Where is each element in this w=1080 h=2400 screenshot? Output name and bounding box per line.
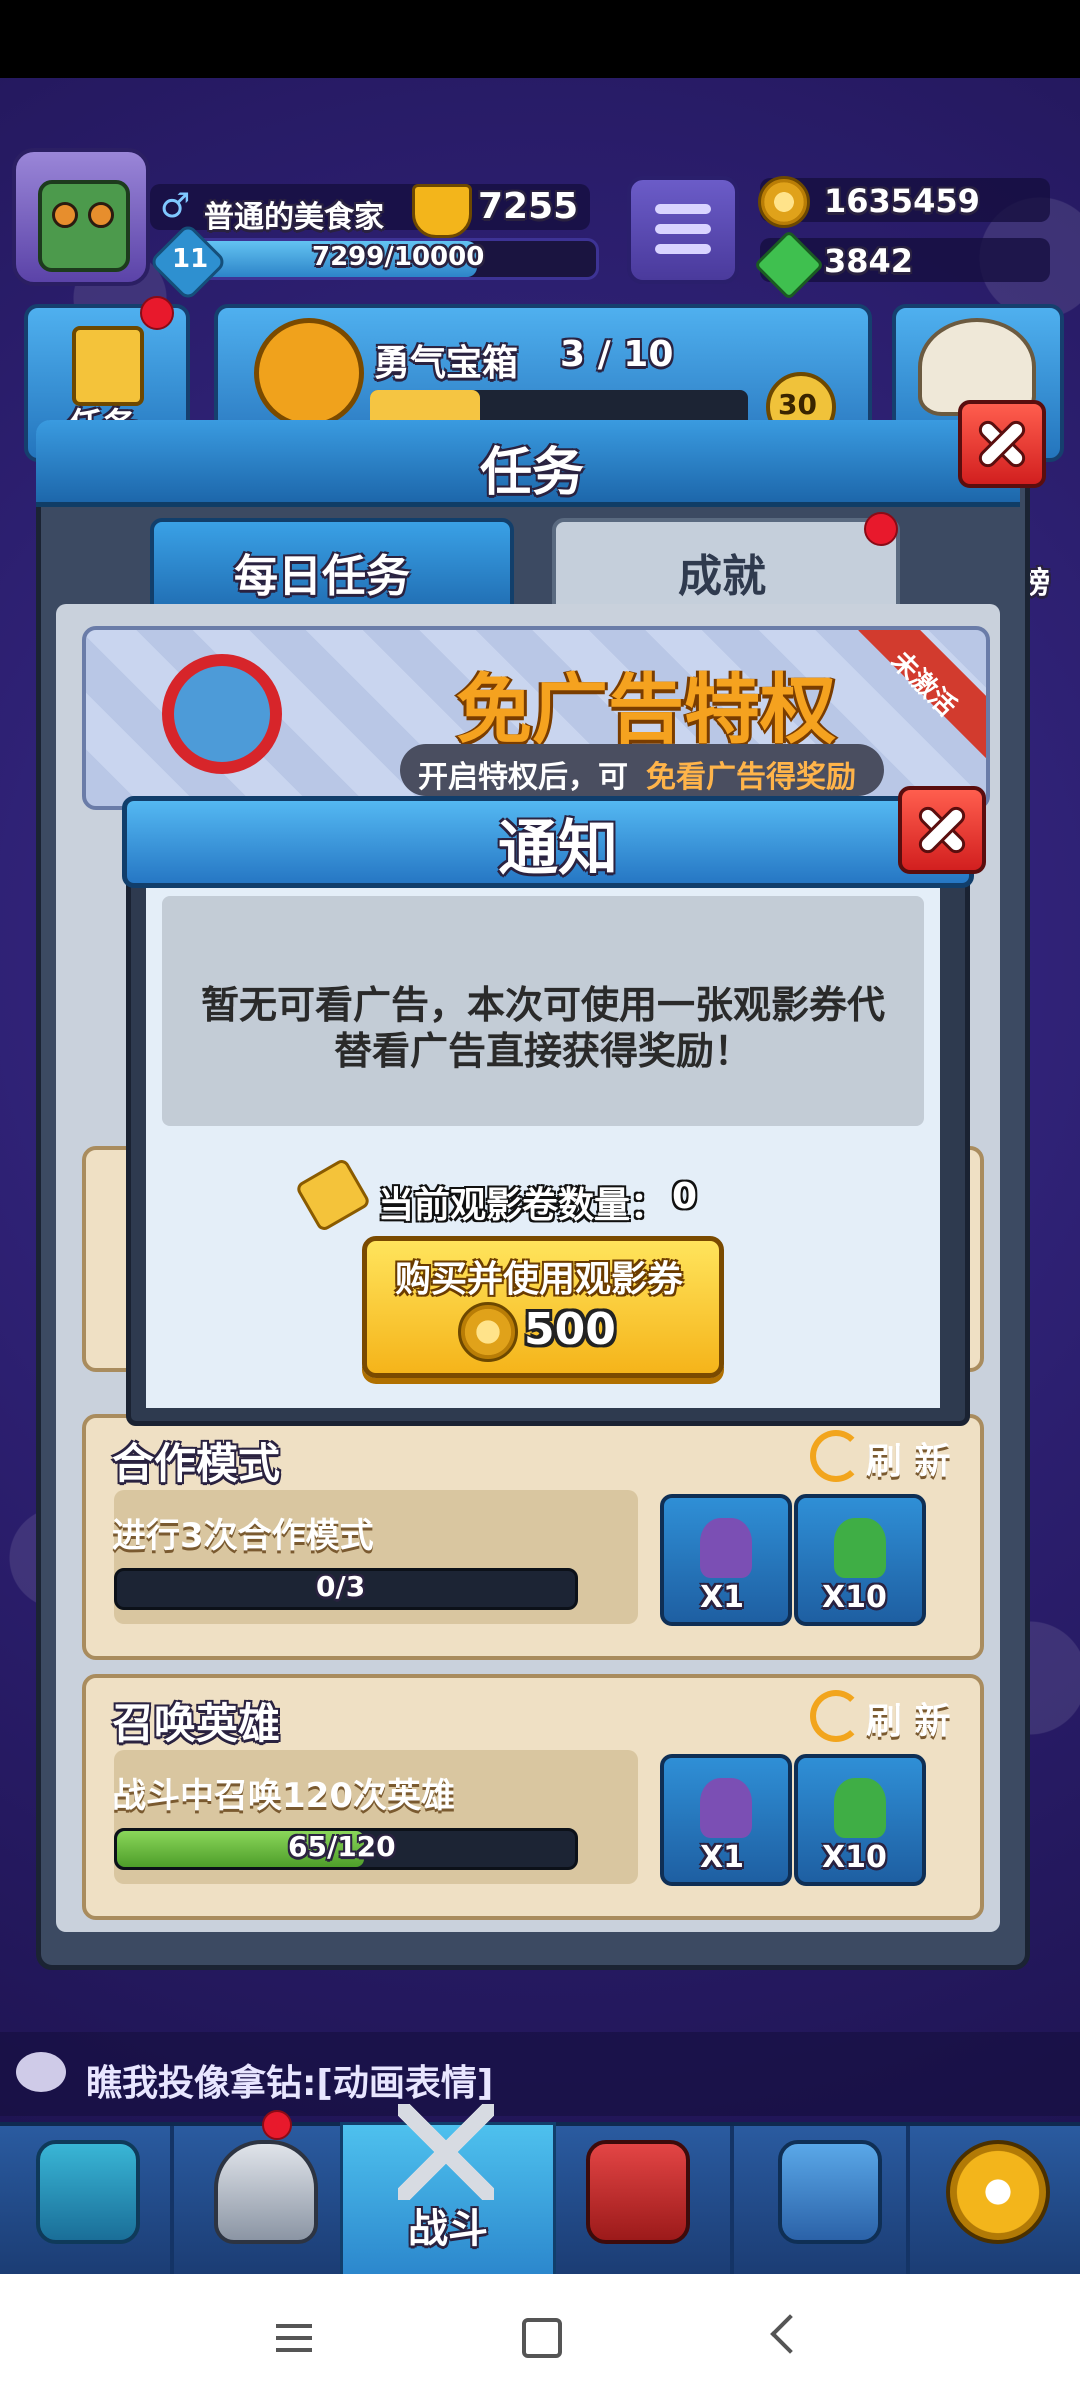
chest-progress: 3 / 10	[560, 334, 674, 375]
xp-text: 7299/10000	[312, 242, 485, 272]
ticket-count-value: 0	[672, 1176, 698, 1217]
bag-icon	[834, 1518, 886, 1578]
nav-guild-banner-icon[interactable]	[778, 2140, 882, 2244]
reward-count: X10	[822, 1840, 887, 1875]
task-description: 战斗中召唤120次英雄	[112, 1776, 455, 1816]
nav-compass-icon[interactable]	[946, 2140, 1050, 2244]
notification-dot	[864, 512, 898, 546]
nav-battle-label: 战斗	[408, 2206, 488, 2252]
chat-message[interactable]: 瞧我投像拿钻:[动画表情]	[86, 2054, 493, 2106]
refresh-label[interactable]: 刷 新	[866, 1692, 951, 1744]
player-avatar[interactable]	[12, 148, 150, 286]
task-panel-close-button[interactable]	[958, 400, 1046, 488]
menu-icon-line	[655, 244, 711, 254]
task-progress-text: 65/120	[288, 1830, 396, 1863]
refresh-label[interactable]: 刷 新	[866, 1432, 951, 1484]
bag-icon	[700, 1518, 752, 1578]
no-ads-icon	[162, 654, 282, 774]
banner-subtitle-highlight: 免看广告得奖励	[646, 760, 856, 795]
chest-level: 30	[778, 388, 817, 421]
coin-icon	[758, 176, 810, 228]
coin-icon	[458, 1302, 518, 1362]
home-button[interactable]	[522, 2318, 562, 2358]
bag-icon	[834, 1778, 886, 1838]
buy-button-label: 购买并使用观影券	[394, 1259, 683, 1300]
nav-divider	[730, 2126, 734, 2274]
reward-count: X1	[700, 1840, 745, 1875]
main-menu-button[interactable]	[627, 176, 739, 284]
chest-title: 勇气宝箱	[374, 343, 519, 384]
bag-icon	[700, 1778, 752, 1838]
menu-icon	[276, 2324, 312, 2328]
notice-dialog-title: 通知	[498, 814, 618, 884]
chat-bubble-icon	[16, 2052, 66, 2092]
nav-divider	[906, 2126, 910, 2274]
menu-icon-line	[655, 224, 711, 234]
crossed-swords-icon	[398, 2104, 494, 2200]
task-progress-text: 0/3	[316, 1570, 366, 1603]
ticket-count-label: 当前观影卷数量：	[378, 1185, 667, 1226]
menu-icon	[655, 204, 711, 214]
checklist-icon	[72, 326, 144, 406]
notification-dot	[140, 296, 174, 330]
notification-dot	[262, 2110, 292, 2140]
gender-icon: ♂	[160, 186, 191, 226]
refresh-icon[interactable]	[810, 1690, 862, 1742]
banner-title: 免广告特权	[456, 665, 836, 754]
notice-dialog-close-button[interactable]	[898, 786, 986, 874]
trophy-icon	[412, 184, 472, 238]
reward-count: X10	[822, 1580, 887, 1615]
level-number: 11	[172, 244, 209, 274]
trophy-count: 7255	[478, 186, 579, 227]
buy-button-price: 500	[524, 1304, 616, 1355]
avatar-eye-icon	[52, 202, 78, 228]
task-description: 进行3次合作模式	[112, 1516, 374, 1556]
nav-shop-chest-icon[interactable]	[36, 2140, 140, 2244]
avatar-face-icon	[38, 180, 130, 272]
tab-daily-label: 每日任务	[234, 551, 410, 602]
notice-message-line-2: 替看广告直接获得奖励！	[333, 1029, 752, 1073]
banner-subtitle-prefix: 开启特权后，可	[418, 760, 628, 795]
reward-count: X1	[700, 1580, 745, 1615]
menu-icon-line	[276, 2336, 312, 2340]
coin-count: 1635459	[824, 182, 980, 220]
nav-divider	[170, 2126, 174, 2274]
refresh-icon[interactable]	[810, 1430, 862, 1482]
gem-count: 3842	[824, 242, 914, 280]
nav-crown-shield-icon[interactable]	[586, 2140, 690, 2244]
task-name: 召唤英雄	[112, 1699, 281, 1748]
task-panel-title: 任务	[480, 443, 585, 503]
fist-badge-icon	[254, 318, 364, 428]
tab-achievements-label: 成就	[678, 551, 766, 602]
avatar-eye-icon	[88, 202, 114, 228]
recent-apps-button[interactable]	[276, 2320, 316, 2354]
menu-icon-line	[276, 2348, 312, 2352]
player-name: 普通的美食家	[204, 200, 384, 235]
task-name: 合作模式	[112, 1439, 281, 1488]
nav-hero-helmet-icon[interactable]	[214, 2140, 318, 2244]
